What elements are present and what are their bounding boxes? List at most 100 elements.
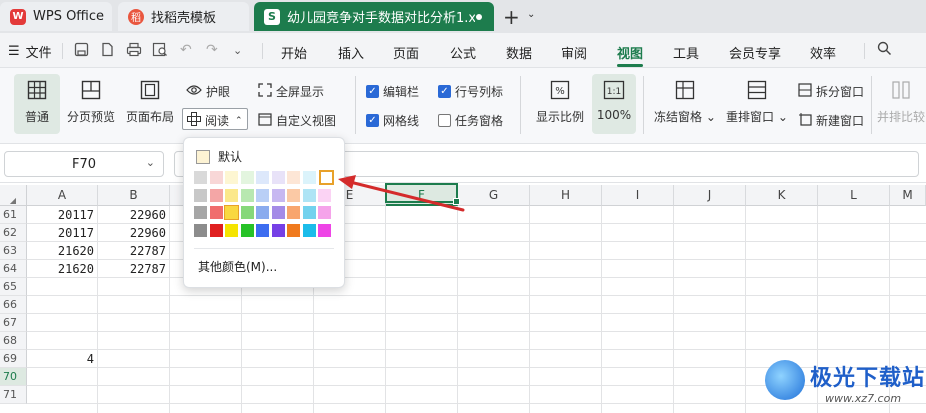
tab-wps-office[interactable]: W WPS Office [0,2,112,31]
column-header-k[interactable]: K [746,185,818,206]
gridlines-toggle[interactable]: ✓ 网格线 [366,112,419,129]
column-header-h[interactable]: H [530,185,602,206]
tab-view[interactable]: 视图 [617,43,643,62]
color-swatch[interactable] [194,206,207,219]
tab-home[interactable]: 开始 [281,43,307,62]
color-swatch[interactable] [209,223,223,237]
row-header-62[interactable]: 62 [0,224,27,242]
new-window-button[interactable]: 新建窗口 [798,112,864,129]
page-break-preview-button[interactable]: 分页预览 [64,74,118,134]
cell-a62[interactable]: 20117 [27,224,98,242]
cell-a63[interactable]: 21620 [27,242,98,260]
color-swatch[interactable] [287,206,300,219]
column-header-i[interactable]: I [602,185,674,206]
color-swatch[interactable] [194,223,207,237]
column-header-m[interactable]: M [890,185,926,206]
chevron-up-icon[interactable]: ⌃ [235,116,243,126]
color-swatch[interactable] [271,223,285,237]
color-swatch[interactable] [256,171,269,184]
cell-b61[interactable]: 22960 [98,206,170,224]
task-pane-toggle[interactable]: 任务窗格 [438,112,503,129]
color-swatch[interactable] [209,206,223,219]
row-header-61[interactable]: 61 [0,206,27,224]
color-swatch[interactable] [256,206,269,219]
color-swatch[interactable] [318,223,331,237]
redo-icon[interactable]: ↷ [206,42,218,58]
undo-icon[interactable]: ↶ [180,42,192,58]
color-swatch[interactable] [256,188,269,202]
color-swatch[interactable] [302,171,316,184]
color-swatch[interactable] [194,188,207,202]
side-by-side-button[interactable]: 并排比较 [876,74,926,134]
page-layout-button[interactable]: 页面布局 [124,74,176,134]
tab-tools[interactable]: 工具 [673,43,699,62]
color-swatch[interactable] [224,205,239,220]
more-colors-option[interactable]: 其他颜色(M)... [198,258,277,275]
color-swatch[interactable] [240,206,254,219]
row-header-70[interactable]: 70 [0,368,27,386]
color-swatch[interactable] [287,223,300,237]
file-menu[interactable]: ☰ 文件 [8,42,52,61]
zoom-button[interactable]: % 显示比例 [532,74,588,134]
color-swatch[interactable] [194,171,207,184]
zoom-100-button[interactable]: 1:1 100% [592,74,636,134]
print-icon[interactable] [126,42,142,61]
cell-a61[interactable]: 20117 [27,206,98,224]
chevron-down-icon[interactable]: ⌄ [146,156,155,169]
row-header-65[interactable]: 65 [0,278,27,296]
cell-a69[interactable]: 4 [27,350,98,368]
headings-toggle[interactable]: ✓ 行号列标 [438,83,503,100]
color-swatch[interactable] [240,223,254,237]
row-header-67[interactable]: 67 [0,314,27,332]
search-icon[interactable] [877,41,892,60]
new-tab-icon[interactable]: + [503,5,520,29]
color-swatch[interactable] [225,223,238,237]
export-pdf-icon[interactable] [100,42,115,61]
color-swatch[interactable] [302,188,316,202]
column-header-a[interactable]: A [27,185,98,206]
formula-bar-toggle[interactable]: ✓ 编辑栏 [366,83,419,100]
cell-b62[interactable]: 22960 [98,224,170,242]
name-box[interactable]: F70 ⌄ [4,151,164,177]
column-header-b[interactable]: B [98,185,170,206]
color-swatch[interactable] [225,171,238,184]
chevron-down-icon[interactable]: ⌄ [527,9,535,20]
column-header-j[interactable]: J [674,185,746,206]
color-swatch[interactable] [225,188,238,202]
default-color-option[interactable]: 默认 [196,148,242,165]
row-header-69[interactable]: 69 [0,350,27,368]
color-swatch[interactable] [271,188,285,202]
tab-efficiency[interactable]: 效率 [810,43,836,62]
fullscreen-button[interactable]: 全屏显示 [258,83,324,100]
eye-protect-button[interactable]: 护眼 [186,83,230,100]
tab-review[interactable]: 审阅 [561,43,587,62]
cell-b64[interactable]: 22787 [98,260,170,278]
tab-template-store[interactable]: 稻 找稻壳模板 [118,2,249,31]
arrange-windows-button[interactable]: 重排窗口 ⌄ [726,74,788,134]
tab-document[interactable]: S 幼儿园竞争对手数据对比分析1.xlsx [254,2,494,31]
color-swatch[interactable] [287,188,300,202]
row-header-71[interactable]: 71 [0,386,27,404]
color-swatch[interactable] [302,206,316,219]
cell-b63[interactable]: 22787 [98,242,170,260]
row-header-68[interactable]: 68 [0,332,27,350]
split-window-button[interactable]: 拆分窗口 [798,83,864,100]
color-swatch[interactable] [302,223,316,237]
select-all-corner[interactable]: ◢ [0,185,27,206]
column-header-l[interactable]: L [818,185,890,206]
freeze-panes-button[interactable]: 冻结窗格 ⌄ [654,74,716,134]
color-swatch[interactable] [209,188,223,202]
color-swatch[interactable] [271,171,285,184]
tab-page[interactable]: 页面 [393,43,419,62]
print-preview-icon[interactable] [152,42,168,61]
save-icon[interactable] [74,42,89,61]
row-header-64[interactable]: 64 [0,260,27,278]
normal-view-button[interactable]: 普通 [14,74,60,134]
color-swatch[interactable] [240,171,254,184]
tab-insert[interactable]: 插入 [338,43,364,62]
tab-formula[interactable]: 公式 [450,43,476,62]
row-header-63[interactable]: 63 [0,242,27,260]
color-swatch[interactable] [240,188,254,202]
color-swatch[interactable] [256,223,269,237]
color-swatch[interactable] [209,171,223,184]
